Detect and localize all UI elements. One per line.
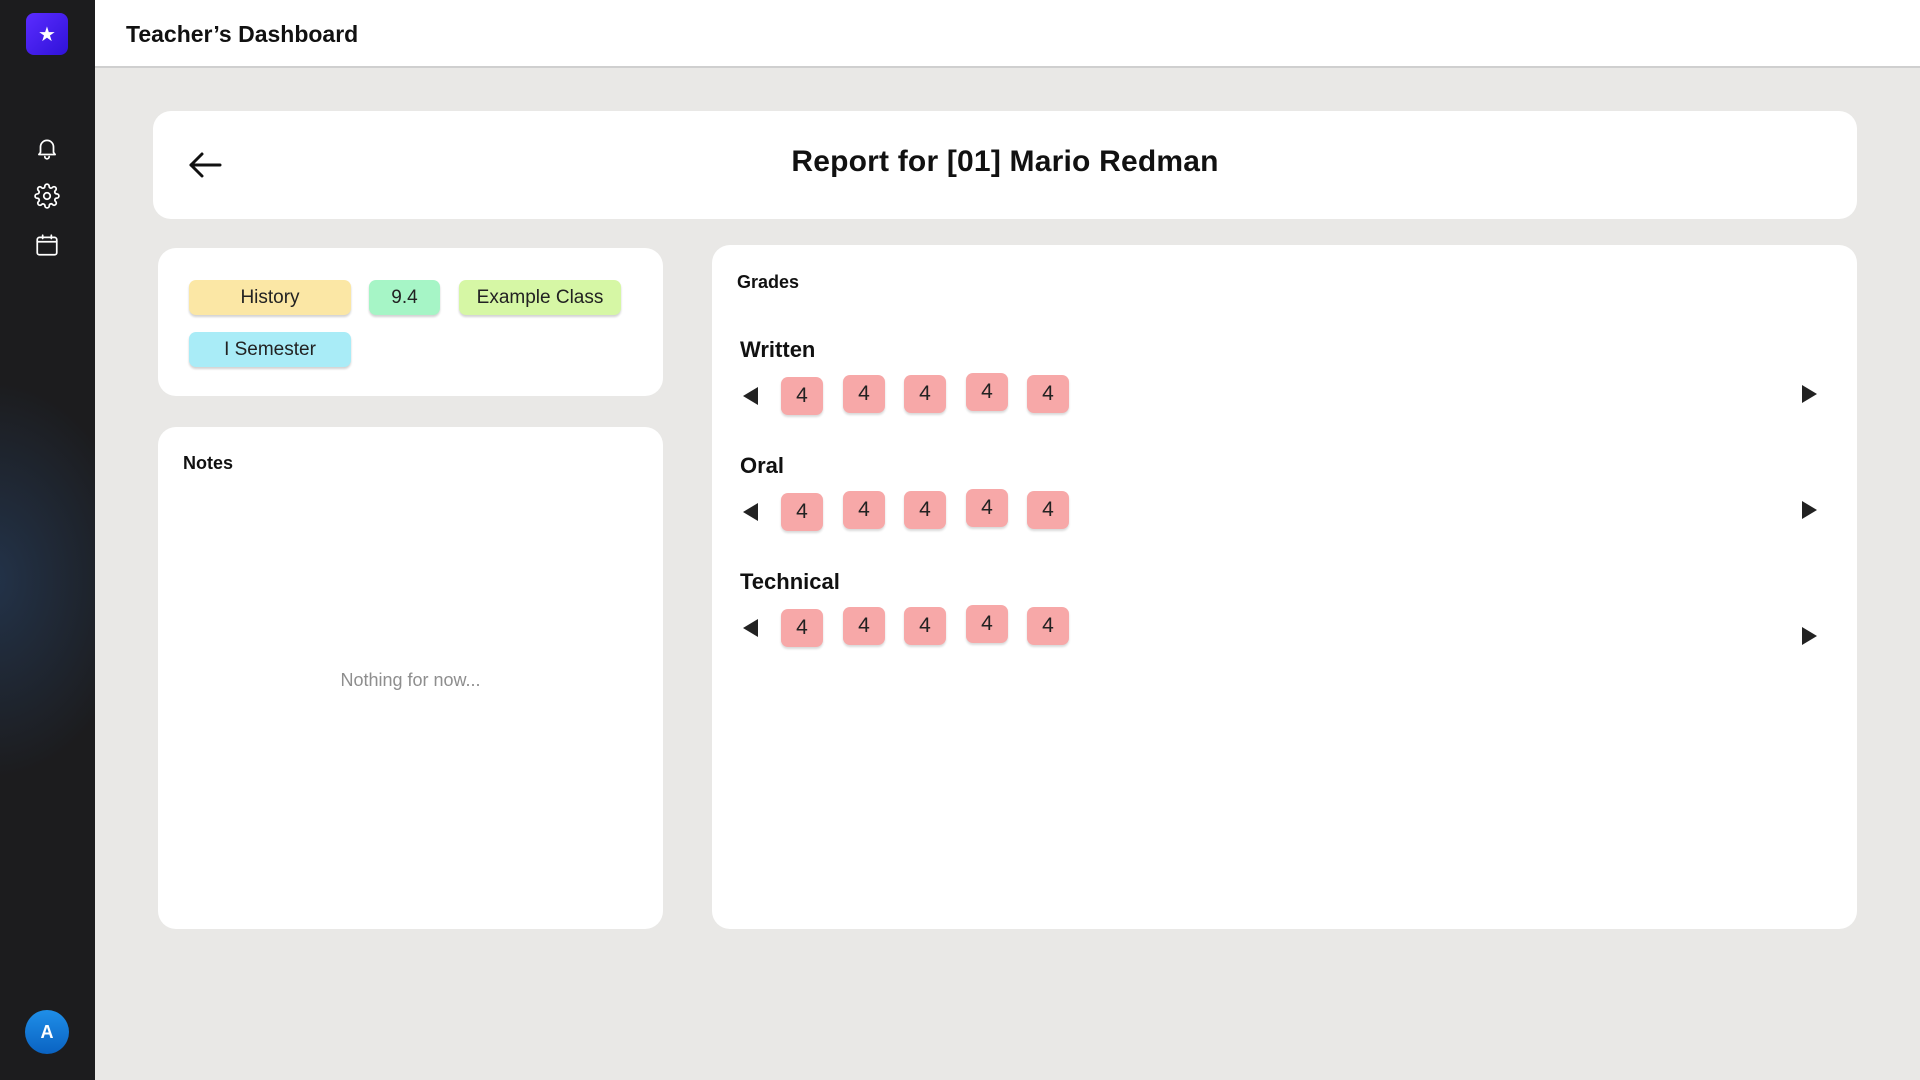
grade-value: 4 bbox=[796, 616, 808, 639]
grade-chip[interactable]: 4 bbox=[781, 377, 823, 415]
grade-value: 4 bbox=[981, 496, 993, 519]
next-arrow-icon[interactable] bbox=[1800, 625, 1820, 647]
semester-tag-label: I Semester bbox=[224, 338, 316, 360]
next-arrow-icon[interactable] bbox=[1800, 499, 1820, 521]
grade-chip[interactable]: 4 bbox=[781, 609, 823, 647]
grade-value: 4 bbox=[1042, 382, 1054, 405]
category-label-technical: Technical bbox=[740, 569, 840, 594]
class-tag[interactable]: Example Class bbox=[459, 280, 621, 315]
report-header-card: Report for [01] Mario Redman bbox=[153, 111, 1857, 219]
prev-arrow-icon[interactable] bbox=[740, 385, 760, 407]
avatar-initial: A bbox=[40, 1021, 54, 1042]
grade-average-tag[interactable]: 9.4 bbox=[369, 280, 440, 315]
grade-chip[interactable]: 4 bbox=[843, 491, 885, 529]
class-tag-label: Example Class bbox=[476, 286, 604, 308]
grade-average-tag-label: 9.4 bbox=[391, 286, 418, 308]
gear-icon[interactable] bbox=[32, 181, 62, 211]
sidebar-glow bbox=[0, 380, 95, 780]
grade-value: 4 bbox=[981, 380, 993, 403]
subject-tag[interactable]: History bbox=[189, 280, 351, 315]
grade-chip[interactable]: 4 bbox=[904, 607, 946, 645]
app-logo[interactable]: ★ bbox=[26, 13, 68, 55]
grade-value: 4 bbox=[858, 498, 870, 521]
sidebar: ★ A bbox=[0, 0, 95, 1080]
grade-value: 4 bbox=[981, 612, 993, 635]
user-avatar[interactable]: A bbox=[25, 1010, 69, 1054]
calendar-icon[interactable] bbox=[32, 230, 62, 260]
grade-value: 4 bbox=[1042, 614, 1054, 637]
grade-chip[interactable]: 4 bbox=[966, 489, 1008, 527]
grade-chip[interactable]: 4 bbox=[966, 605, 1008, 643]
grade-chip[interactable]: 4 bbox=[781, 493, 823, 531]
grade-chip[interactable]: 4 bbox=[1027, 607, 1069, 645]
grade-chip[interactable]: 4 bbox=[966, 373, 1008, 411]
category-label-oral: Oral bbox=[740, 453, 785, 478]
notes-card: Notes Nothing for now... bbox=[158, 427, 663, 929]
star-icon: ★ bbox=[38, 23, 56, 46]
tags-card: History 9.4 Example Class I Semester bbox=[158, 248, 663, 396]
top-bar: Teacher’s Dashboard bbox=[95, 0, 1920, 68]
prev-arrow-icon[interactable] bbox=[740, 617, 760, 639]
report-title: Report for [01] Mario Redman bbox=[791, 145, 1219, 178]
grade-chip[interactable]: 4 bbox=[1027, 491, 1069, 529]
grade-value: 4 bbox=[796, 500, 808, 523]
grade-chip[interactable]: 4 bbox=[1027, 375, 1069, 413]
grade-value: 4 bbox=[1042, 498, 1054, 521]
bell-icon[interactable] bbox=[32, 133, 62, 163]
grade-chip[interactable]: 4 bbox=[904, 375, 946, 413]
prev-arrow-icon[interactable] bbox=[740, 501, 760, 523]
grade-value: 4 bbox=[858, 614, 870, 637]
notes-heading: Notes bbox=[183, 453, 234, 473]
page-title: Teacher’s Dashboard bbox=[126, 21, 359, 47]
grade-value: 4 bbox=[919, 382, 931, 405]
semester-tag[interactable]: I Semester bbox=[189, 332, 351, 367]
grade-chip[interactable]: 4 bbox=[843, 607, 885, 645]
category-label-written: Written bbox=[740, 337, 816, 362]
notes-empty-text: Nothing for now... bbox=[340, 670, 481, 690]
grade-value: 4 bbox=[919, 498, 931, 521]
grades-heading: Grades bbox=[737, 272, 800, 292]
grade-chip[interactable]: 4 bbox=[843, 375, 885, 413]
grade-value: 4 bbox=[919, 614, 931, 637]
grades-card: Grades Written 4 4 4 4 4 Oral 4 4 4 4 4 … bbox=[712, 245, 1857, 929]
subject-tag-label: History bbox=[240, 286, 300, 308]
grade-value: 4 bbox=[858, 382, 870, 405]
next-arrow-icon[interactable] bbox=[1800, 383, 1820, 405]
grade-chip[interactable]: 4 bbox=[904, 491, 946, 529]
grade-value: 4 bbox=[796, 384, 808, 407]
